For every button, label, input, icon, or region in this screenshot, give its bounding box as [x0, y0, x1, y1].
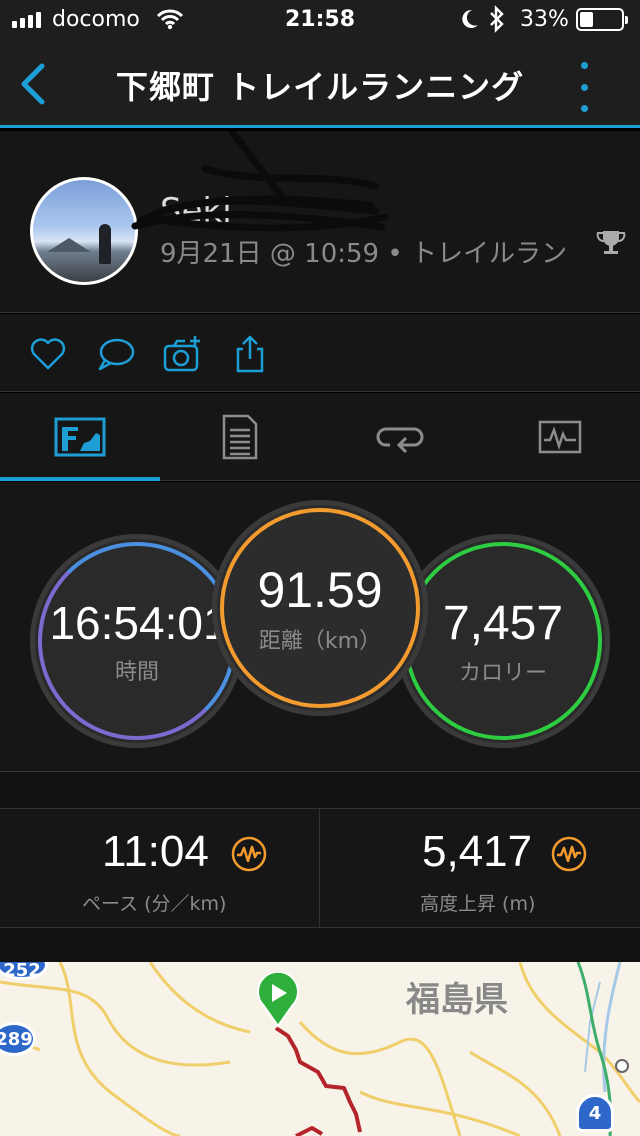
- map-roads: [0, 962, 640, 1136]
- route-start-marker-icon: [257, 972, 299, 1028]
- calories-stat-circle: 7,457 カロリー: [396, 534, 610, 748]
- elevation-label: 高度上昇 (m): [420, 893, 536, 915]
- route-top-label: 252: [3, 962, 41, 981]
- pace-metric[interactable]: 11:04 ペース (分／km): [0, 809, 320, 929]
- tab-details[interactable]: [160, 393, 320, 481]
- bluetooth-icon: [490, 5, 504, 33]
- pace-value: 11:04: [102, 827, 209, 876]
- time-stat-circle: 16:54:01 時間: [30, 534, 244, 748]
- redaction-scribble: [131, 131, 389, 232]
- elevation-chart-icon: [551, 836, 587, 872]
- overview-chart-icon: [54, 417, 106, 457]
- trophy-icon[interactable]: [596, 227, 626, 257]
- action-row: [0, 314, 640, 392]
- comment-bubble-icon[interactable]: [96, 334, 136, 374]
- route-4-shield: 4: [576, 1094, 614, 1132]
- elevation-metric[interactable]: 5,417 高度上昇 (m): [320, 809, 640, 929]
- battery-percent: 33%: [520, 7, 569, 32]
- section-spacer: [0, 928, 640, 962]
- nav-header: 下郷町 トレイルランニング: [0, 40, 640, 128]
- section-spacer: [0, 772, 640, 808]
- route-289-label: 289: [0, 1028, 33, 1050]
- moon-icon: [462, 9, 478, 28]
- laps-loop-icon: [376, 427, 424, 453]
- like-heart-icon[interactable]: [28, 334, 68, 374]
- tab-overview[interactable]: [0, 393, 160, 481]
- calories-label: カロリー: [458, 660, 547, 686]
- distance-value: 91.59: [257, 562, 383, 618]
- time-value: 16:54:01: [49, 597, 229, 649]
- tab-charts[interactable]: [480, 393, 640, 481]
- pace-label: ペース (分／km): [82, 893, 227, 915]
- graph-monitor-icon: [538, 420, 582, 454]
- active-tab-indicator: [0, 477, 160, 481]
- pace-chart-icon: [231, 836, 267, 872]
- add-photo-camera-icon[interactable]: [162, 334, 202, 374]
- route-map[interactable]: 福島県 289 252 4: [0, 962, 640, 1136]
- share-icon[interactable]: [230, 334, 270, 374]
- page-title: 下郷町 トレイルランニング: [115, 68, 525, 106]
- distance-label: 距離（km）: [258, 629, 382, 654]
- more-options-icon[interactable]: [574, 62, 594, 112]
- time-label: 時間: [114, 660, 159, 685]
- document-list-icon: [222, 414, 258, 460]
- map-prefecture-label: 福島県: [406, 980, 508, 1020]
- status-bar: docomo 21:58 33%: [0, 0, 640, 40]
- calories-value: 7,457: [442, 596, 564, 650]
- battery-icon: [576, 8, 628, 31]
- summary-stats: 16:54:01 時間 7,457 カロリー 91.59 距離（km）: [0, 482, 640, 772]
- secondary-metrics: 11:04 ペース (分／km) 5,417 高度上昇 (m): [0, 808, 640, 929]
- distance-stat-circle: 91.59 距離（km）: [212, 500, 428, 716]
- route-4-label: 4: [588, 1102, 602, 1124]
- back-chevron-icon[interactable]: [14, 60, 54, 108]
- elevation-value: 5,417: [422, 827, 533, 876]
- activity-owner: Seki 9月21日 @ 10:59 • トレイルラン: [0, 131, 640, 313]
- tab-laps[interactable]: [320, 393, 480, 481]
- detail-tabs: [0, 393, 640, 481]
